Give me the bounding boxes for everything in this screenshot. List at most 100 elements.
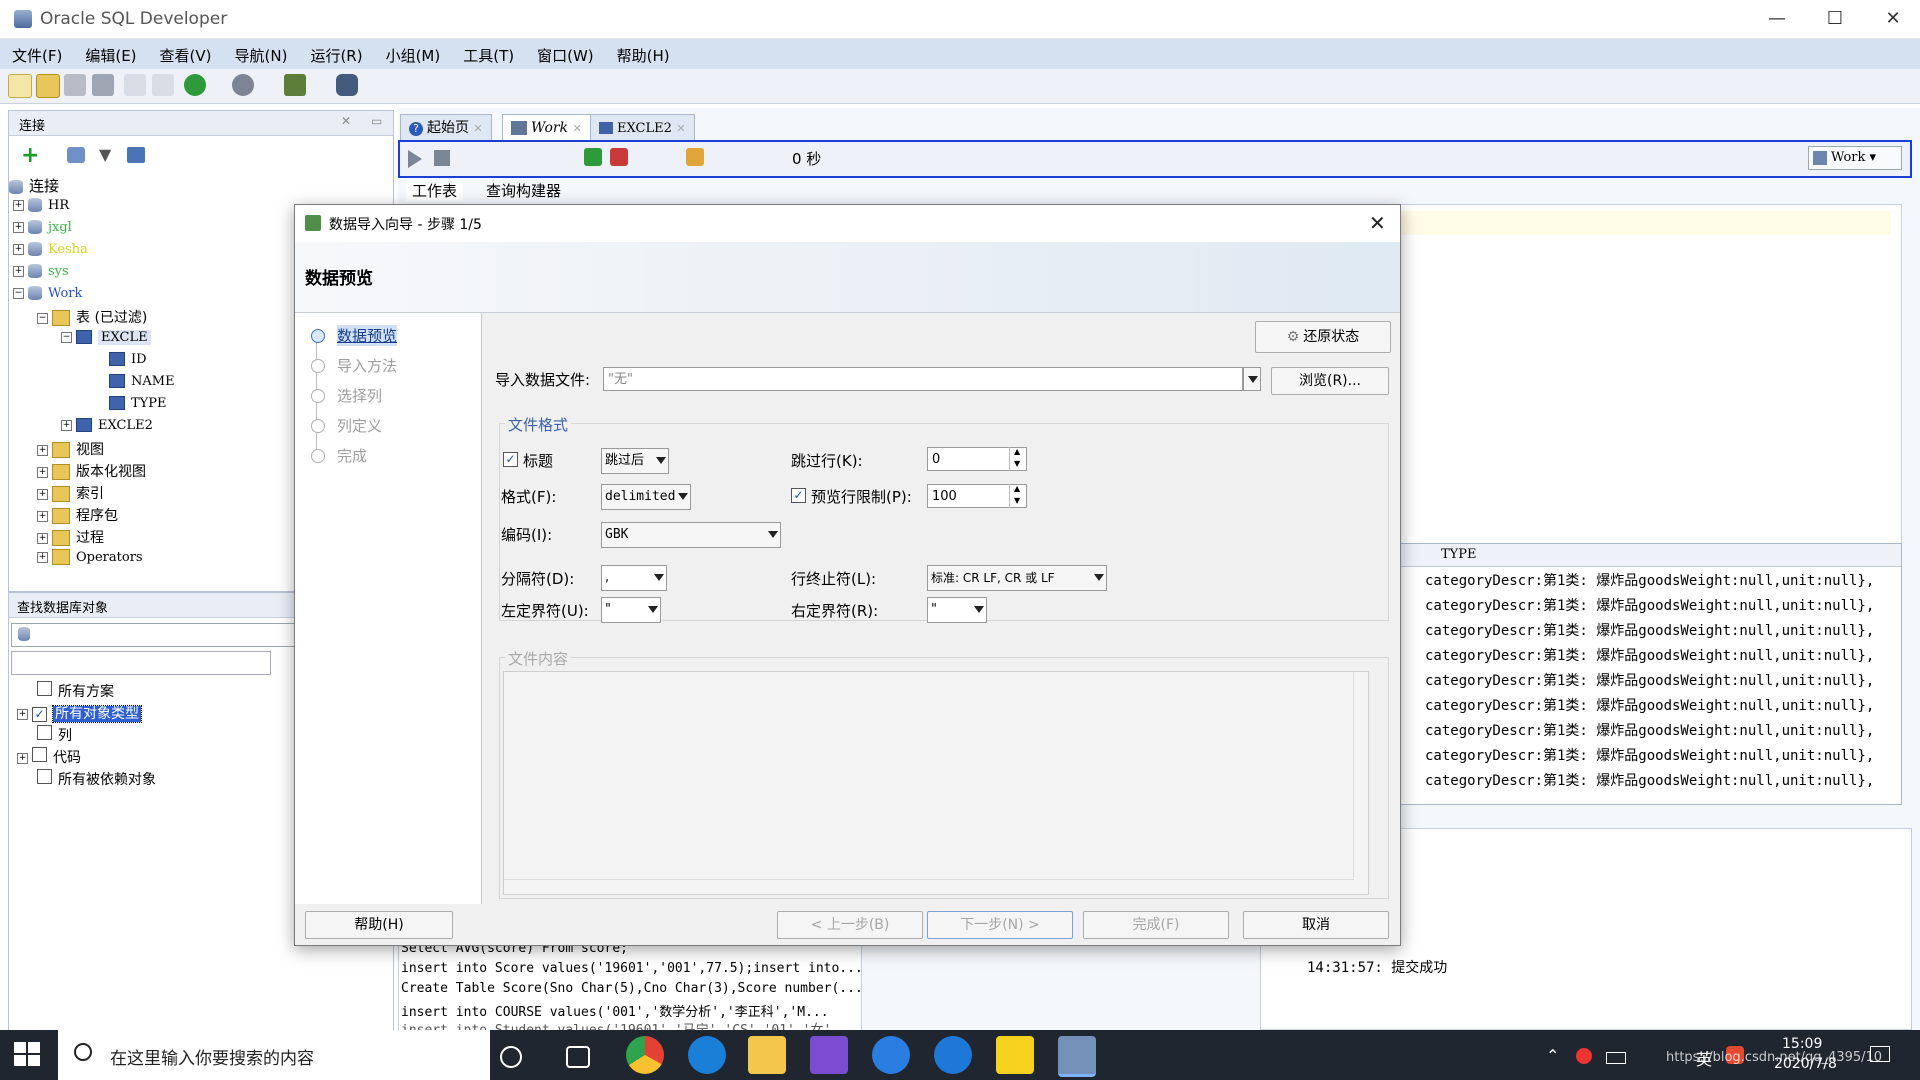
help-button[interactable]: 帮助(H) — [305, 911, 453, 939]
tree-table-excle[interactable]: − EXCLE — [61, 329, 151, 351]
next-button[interactable]: 下一步(N) > — [927, 911, 1073, 939]
tree-indexes[interactable]: + 索引 — [37, 483, 104, 505]
tray-battery-icon[interactable] — [1606, 1052, 1626, 1064]
file-content-area[interactable] — [503, 671, 1369, 895]
tree-column[interactable]: ID — [109, 351, 147, 373]
menu-team[interactable]: 小组(M) — [374, 39, 452, 66]
open-icon[interactable] — [36, 74, 60, 98]
sql-developer-taskbar-icon[interactable] — [1058, 1036, 1096, 1077]
checkbox[interactable] — [32, 747, 47, 762]
tree-tables[interactable]: − 表 (已过滤) — [37, 307, 147, 329]
line-terminator-select[interactable]: 标准: CR LF, CR 或 LF — [927, 565, 1107, 591]
sticky-notes-icon[interactable] — [996, 1036, 1034, 1074]
close-tab-icon[interactable]: ✕ — [473, 122, 482, 135]
edge-icon[interactable] — [688, 1036, 726, 1074]
undo-icon[interactable] — [124, 74, 146, 96]
binoculars-icon[interactable] — [336, 74, 358, 96]
tree-packages[interactable]: + 程序包 — [37, 505, 118, 527]
commit-icon[interactable] — [584, 148, 602, 166]
vertical-scrollbar[interactable] — [1353, 672, 1368, 878]
history-item[interactable]: insert into Score values('19601','001',7… — [401, 961, 863, 976]
option-all-schemas[interactable]: 所有方案 — [37, 681, 114, 703]
browse-button[interactable]: 浏览(R)... — [1271, 367, 1389, 395]
table-row[interactable]: categoryDescr:第1类: 爆炸品goodsWeight:null,u… — [1425, 645, 1874, 665]
horizontal-scrollbar[interactable] — [504, 879, 1354, 894]
tab-start-page[interactable]: ? 起始页 ✕ — [400, 114, 492, 141]
preview-limit-stepper[interactable]: ▲ ▼ — [1009, 484, 1028, 508]
step-choose-columns[interactable]: 选择列 — [337, 385, 382, 406]
collapse-icon[interactable]: − — [37, 312, 48, 324]
multitask-icon[interactable] — [566, 1046, 590, 1068]
file-dropdown-button[interactable] — [1243, 367, 1261, 391]
right-enclosure-select[interactable]: " — [927, 597, 987, 623]
tree-procedures[interactable]: + 过程 — [37, 527, 104, 549]
checkbox-checked[interactable]: ✓ — [32, 707, 47, 722]
connection-hr[interactable]: + HR — [13, 197, 69, 219]
expand-icon[interactable]: + — [17, 708, 28, 720]
new-icon[interactable] — [8, 74, 32, 98]
expand-icon[interactable]: + — [37, 510, 48, 522]
restore-state-button[interactable]: ⚙ 还原状态 — [1255, 321, 1391, 353]
find-search-input[interactable] — [11, 651, 271, 675]
run-icon[interactable] — [408, 150, 422, 168]
dialog-close-icon[interactable]: ✕ — [1369, 211, 1386, 235]
expand-icon[interactable]: + — [37, 488, 48, 500]
delimiter-select[interactable]: , — [601, 565, 667, 591]
history-item[interactable]: Create Table Score(Sno Char(5),Cno Char(… — [401, 981, 863, 996]
minimize-button[interactable]: — — [1748, 0, 1806, 38]
step-data-preview[interactable]: 数据预览 — [337, 325, 398, 346]
table-row[interactable]: categoryDescr:第1类: 爆炸品goodsWeight:null,u… — [1425, 620, 1874, 640]
table-row[interactable]: categoryDescr:第1类: 爆炸品goodsWeight:null,u… — [1425, 695, 1874, 715]
expand-icon[interactable]: + — [37, 551, 48, 563]
tree-table-excle2[interactable]: + EXCLE2 — [61, 417, 153, 439]
close-tab-icon[interactable]: ✕ — [676, 122, 685, 135]
tab-work[interactable]: Work ✕ — [502, 114, 591, 141]
step-column-definition[interactable]: 列定义 — [337, 415, 382, 436]
header-checkbox[interactable]: ✓ — [503, 452, 518, 467]
forward-icon[interactable] — [232, 74, 254, 96]
eraser-icon[interactable] — [686, 148, 704, 166]
visual-studio-icon[interactable] — [810, 1036, 848, 1074]
redo-icon[interactable] — [152, 74, 174, 96]
close-tab-icon[interactable]: ✕ — [573, 122, 582, 135]
start-button[interactable] — [14, 1042, 42, 1068]
connection-combo[interactable] — [11, 623, 298, 647]
menu-edit[interactable]: 编辑(E) — [73, 39, 147, 66]
menu-tools[interactable]: 工具(T) — [451, 39, 525, 66]
tray-chevron-icon[interactable]: ⌃ — [1546, 1046, 1559, 1065]
panel-minimize-icon[interactable]: ▭ — [371, 114, 382, 128]
taskbar-search[interactable]: 在这里输入你要搜索的内容 — [58, 1030, 490, 1080]
option-all-object-types[interactable]: + ✓ 所有对象类型 — [17, 703, 142, 725]
back-button[interactable]: < 上一步(B) — [777, 911, 923, 939]
preview-limit-checkbox[interactable]: ✓ — [791, 488, 806, 503]
left-enclosure-select[interactable]: " — [601, 597, 661, 623]
finish-button[interactable]: 完成(F) — [1083, 911, 1229, 939]
tree-operators[interactable]: + Operators — [37, 549, 143, 571]
tray-qq-icon[interactable] — [1576, 1048, 1592, 1064]
clock-app-icon[interactable] — [872, 1036, 910, 1074]
save-all-icon[interactable] — [92, 74, 114, 96]
tree-column[interactable]: NAME — [109, 373, 175, 395]
expand-icon[interactable]: + — [17, 752, 28, 764]
add-connection-icon[interactable]: + — [21, 143, 39, 168]
connection-kesha[interactable]: + Kesha — [13, 241, 88, 263]
table-row[interactable]: categoryDescr:第1类: 爆炸品goodsWeight:null,u… — [1425, 570, 1874, 590]
expand-icon[interactable]: + — [13, 243, 24, 255]
checkbox[interactable] — [37, 681, 52, 696]
option-dependent-objects[interactable]: 所有被依赖对象 — [37, 769, 156, 791]
connection-work[interactable]: − Work — [13, 285, 82, 307]
expand-icon[interactable]: + — [37, 444, 48, 456]
collapse-icon[interactable]: − — [61, 331, 72, 343]
refresh-icon[interactable] — [67, 147, 85, 163]
expand-icon[interactable]: + — [37, 532, 48, 544]
expand-icon[interactable]: + — [13, 199, 24, 211]
option-code[interactable]: + 代码 — [17, 747, 81, 769]
option-columns[interactable]: 列 — [37, 725, 72, 747]
file-combo[interactable]: "无" — [603, 367, 1243, 391]
connection-jxgl[interactable]: + jxgl — [13, 219, 72, 241]
chrome-icon[interactable] — [626, 1036, 664, 1074]
table-row[interactable]: categoryDescr:第1类: 爆炸品goodsWeight:null,u… — [1425, 745, 1874, 765]
back-icon[interactable] — [184, 74, 206, 96]
collapse-icon[interactable]: − — [13, 287, 24, 299]
subtab-worksheet[interactable]: 工作表 — [406, 180, 464, 201]
